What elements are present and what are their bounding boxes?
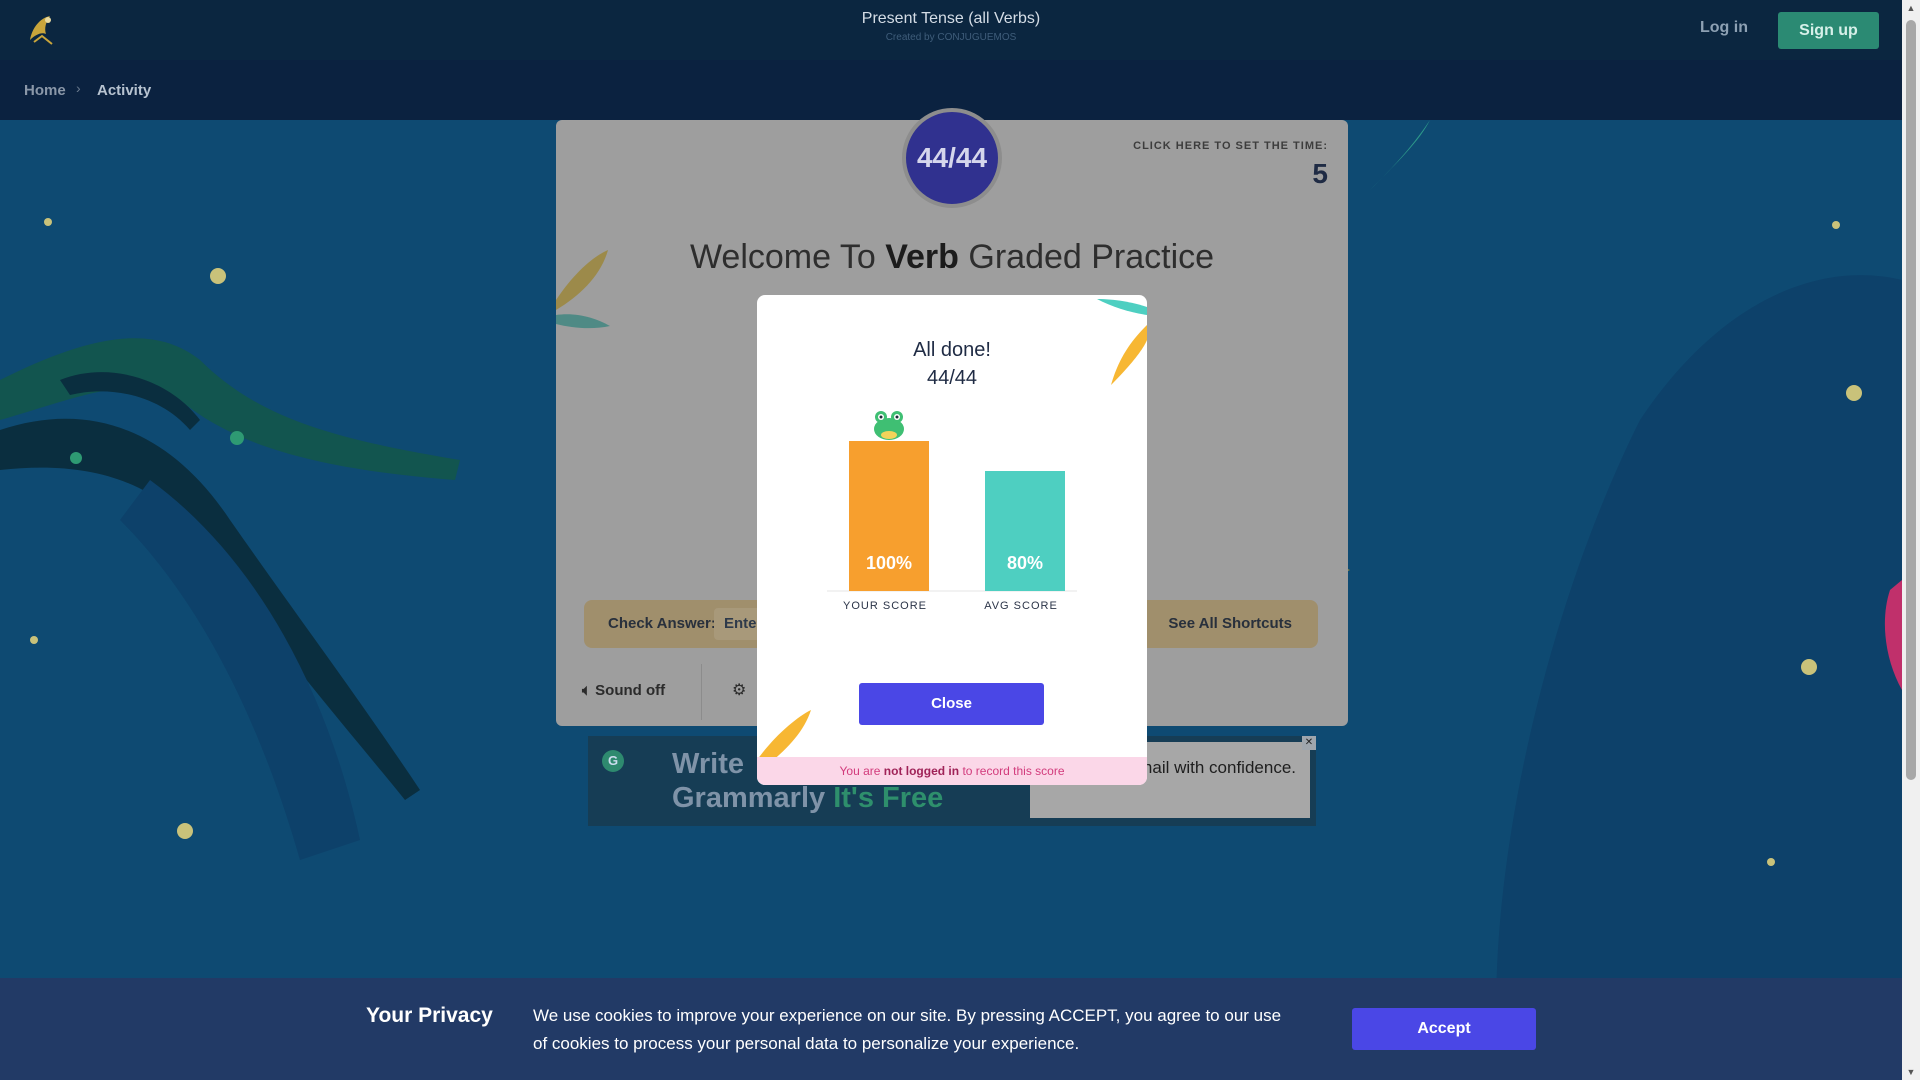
sound-toggle[interactable]: 🔈︎ Sound off bbox=[582, 682, 665, 699]
activity-title-block: Present Tense (all Verbs) Created by CON… bbox=[0, 10, 1902, 43]
score-circle: 44/44 bbox=[902, 108, 1002, 208]
page-title: Present Tense (all Verbs) bbox=[861, 10, 1041, 27]
gear-icon[interactable]: ⚙︎ bbox=[732, 680, 746, 700]
scrollbar-thumb[interactable] bbox=[1906, 20, 1916, 780]
chart-value-label-0: 100% bbox=[866, 553, 912, 573]
check-answer-label: Check Answer: bbox=[608, 615, 716, 632]
ad-headline-line2: Grammarly It's Free bbox=[672, 782, 943, 815]
score-bar-chart: 100% YOUR SCORE 80% AVG SCORE bbox=[827, 411, 1077, 612]
chevron-right-icon: › bbox=[76, 80, 81, 96]
frog-mascot-icon bbox=[874, 411, 904, 440]
welcome-prefix: Welcome To bbox=[689, 238, 876, 276]
modal-title: All done! bbox=[913, 339, 991, 361]
privacy-banner: Your Privacy We use cookies to improve y… bbox=[0, 978, 1902, 1080]
top-navbar: Present Tense (all Verbs) Created by CON… bbox=[0, 0, 1902, 60]
not-logged-in-warning: You are not logged in to record this sco… bbox=[757, 757, 1147, 785]
page-scrollbar[interactable]: ▲ ▼ bbox=[1902, 0, 1920, 1080]
timer-label[interactable]: CLICK HERE TO SET THE TIME: bbox=[1133, 140, 1328, 152]
welcome-heading: Welcome To Verb Graded Practice bbox=[556, 238, 1348, 277]
results-modal: All done! 44/44 100% YOUR SCORE 80% AVG SCO… bbox=[757, 295, 1147, 785]
warning-suffix: to record this score bbox=[962, 764, 1065, 778]
sound-label: Sound off bbox=[595, 682, 666, 699]
privacy-title: Your Privacy bbox=[366, 1004, 493, 1027]
see-all-shortcuts-link[interactable]: See All Shortcuts bbox=[1168, 615, 1292, 632]
ad-close-icon[interactable]: ✕ bbox=[1302, 736, 1316, 750]
signup-button[interactable]: Sign up bbox=[1778, 12, 1879, 49]
scroll-up-icon[interactable]: ▲ bbox=[1902, 0, 1920, 16]
welcome-bold-word: Verb bbox=[885, 238, 959, 276]
ad-headline-line1: Write bbox=[672, 748, 744, 780]
page-subtitle: Created by CONJUGUEMOS bbox=[885, 32, 1017, 43]
speaker-muted-icon: 🔈︎ bbox=[582, 682, 596, 699]
chart-category-label-1: AVG SCORE bbox=[984, 600, 1058, 612]
breadcrumb-current: Activity bbox=[97, 82, 152, 99]
warning-bold: not logged in bbox=[883, 764, 960, 778]
modal-score: 44/44 bbox=[926, 367, 978, 389]
footer-divider bbox=[701, 664, 702, 720]
chart-bar-1 bbox=[985, 471, 1065, 591]
scroll-down-icon[interactable]: ▼ bbox=[1902, 1064, 1920, 1080]
warning-prefix: You are bbox=[839, 764, 881, 778]
ad-brand: Grammarly bbox=[672, 782, 826, 814]
privacy-text: We use cookies to improve your experienc… bbox=[533, 1006, 1282, 1053]
ad-highlight: It's Free bbox=[833, 782, 944, 814]
close-button[interactable]: Close bbox=[859, 683, 1044, 725]
welcome-suffix: Graded Practice bbox=[968, 238, 1215, 276]
timer-value[interactable]: 5 bbox=[1312, 158, 1328, 190]
chart-category-label-0: YOUR SCORE bbox=[843, 600, 927, 612]
grammarly-logo-icon: G bbox=[602, 750, 624, 772]
breadcrumb-home-link[interactable]: Home bbox=[24, 82, 66, 99]
login-link[interactable]: Log in bbox=[1700, 19, 1748, 37]
chart-value-label-1: 80% bbox=[1007, 553, 1043, 573]
accept-button[interactable]: Accept bbox=[1352, 1008, 1536, 1050]
